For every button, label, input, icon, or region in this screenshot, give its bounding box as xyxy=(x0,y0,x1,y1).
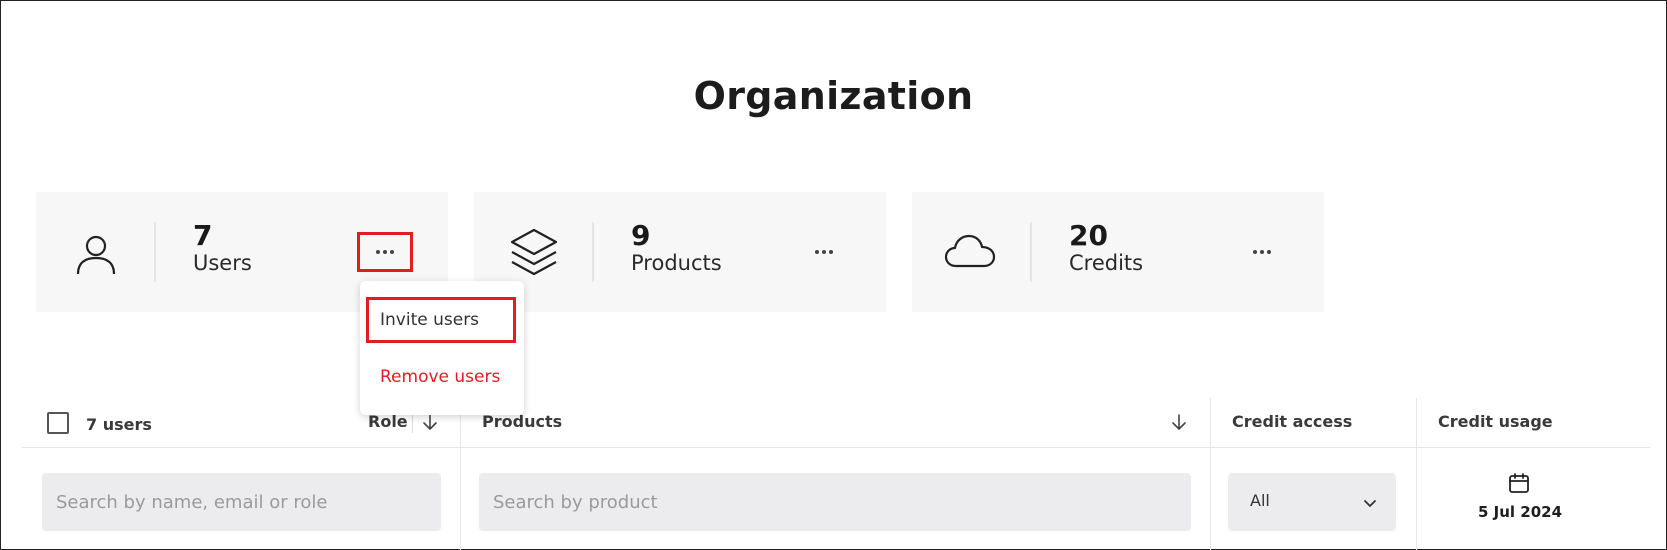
credit-access-value: All xyxy=(1250,491,1270,510)
arrow-down-icon[interactable] xyxy=(1169,412,1189,432)
name-search-input[interactable] xyxy=(42,473,441,531)
select-all-checkbox[interactable] xyxy=(47,412,69,434)
products-more-button[interactable] xyxy=(799,235,849,269)
invite-users-menu-item[interactable]: Invite users xyxy=(360,300,524,340)
credit-access-select[interactable]: All xyxy=(1228,473,1396,531)
ellipsis-icon xyxy=(376,250,380,254)
ellipsis-icon xyxy=(1253,250,1257,254)
column-divider xyxy=(1210,398,1211,550)
user-icon xyxy=(76,235,116,275)
credits-label: Credits xyxy=(1069,251,1144,275)
arrow-down-icon[interactable] xyxy=(420,412,440,432)
users-count-header: 7 users xyxy=(86,415,152,434)
chevron-down-icon xyxy=(1364,500,1376,507)
credit-usage-date: 5 Jul 2024 xyxy=(1477,503,1563,521)
products-card: 9 Products xyxy=(474,192,886,312)
products-label: Products xyxy=(631,251,722,275)
credits-count: 20 xyxy=(1069,219,1108,252)
credit-usage-column-header: Credit usage xyxy=(1438,412,1553,431)
products-count: 9 xyxy=(631,219,651,252)
product-search-input[interactable] xyxy=(479,473,1191,531)
table-header xyxy=(22,398,1650,448)
layers-icon xyxy=(510,228,558,276)
page-title: Organization xyxy=(693,74,974,118)
ellipsis-icon xyxy=(815,250,819,254)
users-label: Users xyxy=(193,251,252,275)
users-count: 7 xyxy=(193,219,213,252)
users-more-button[interactable] xyxy=(357,232,413,272)
calendar-icon[interactable] xyxy=(1507,471,1531,495)
credits-card: 20 Credits xyxy=(912,192,1324,312)
column-divider xyxy=(1416,398,1417,550)
credits-more-button[interactable] xyxy=(1237,235,1287,269)
credit-access-column-header: Credit access xyxy=(1232,412,1353,431)
card-divider xyxy=(154,222,156,282)
card-divider xyxy=(592,222,594,282)
column-divider xyxy=(460,398,461,550)
remove-users-menu-item[interactable]: Remove users xyxy=(360,357,524,397)
cloud-icon xyxy=(944,234,996,268)
users-actions-menu: Invite users Remove users xyxy=(360,281,524,415)
card-divider xyxy=(1030,222,1032,282)
